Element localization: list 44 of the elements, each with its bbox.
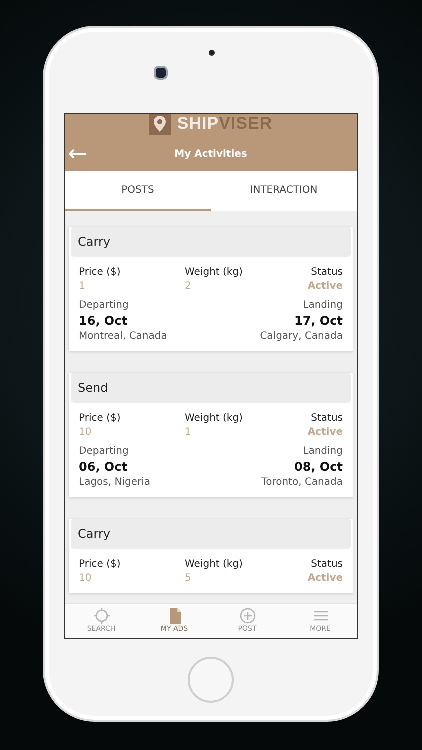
crosshair-icon	[92, 607, 110, 625]
back-arrow-icon	[69, 149, 87, 159]
route-label: Landing	[303, 300, 343, 311]
status-text: Active	[308, 573, 343, 584]
field-label: Status	[311, 559, 343, 570]
field-value: 2	[185, 281, 192, 292]
date-text: 08, Oct	[294, 460, 343, 474]
field-label: Price ($)	[79, 559, 122, 570]
field-value: 10	[79, 573, 93, 584]
field-label: Weight (kg)	[185, 267, 244, 278]
city-text: Calgary, Canada	[260, 331, 343, 342]
date-text: 17, Oct	[294, 314, 343, 328]
field-value: 10	[79, 427, 93, 438]
route-label: Departing	[79, 300, 130, 311]
city-text: Toronto, Canada	[262, 477, 343, 488]
date-text: 16, Oct	[79, 314, 128, 328]
field-value: 5	[185, 573, 192, 584]
route-label: Landing	[303, 446, 343, 457]
city-text: Lagos, Nigeria	[79, 477, 151, 488]
post-type: Carry	[78, 235, 110, 249]
city-text: Montreal, Canada	[79, 331, 168, 342]
field-label: Status	[311, 267, 343, 278]
camera	[154, 66, 168, 80]
post-card[interactable]: Send Price ($) 10 Weight (kg) 1 Status Active Departing 06, Oct Lagos, Nigeria Landing 08, Oct Toronto, Canada	[69, 373, 353, 497]
field-label: Status	[311, 413, 343, 424]
post-type: Send	[78, 381, 108, 395]
status-text: Active	[308, 281, 343, 292]
screen-title: My Activities	[174, 148, 248, 160]
field-value: 1	[185, 427, 192, 438]
field-label: Price ($)	[79, 413, 122, 424]
field-label: Weight (kg)	[185, 413, 244, 424]
field-label: Weight (kg)	[185, 559, 244, 570]
post-card[interactable]: Carry Price ($) 10 Weight (kg) 5 Status Active	[69, 519, 353, 593]
post-type: Carry	[78, 527, 110, 541]
speaker	[209, 50, 215, 56]
plus-circle-icon	[238, 607, 256, 625]
date-text: 06, Oct	[79, 460, 128, 474]
field-value: 1	[79, 281, 86, 292]
field-label: Price ($)	[79, 267, 122, 278]
status-text: Active	[308, 427, 343, 438]
post-card[interactable]: Carry Price ($) 1 Weight (kg) 2 Status Active Departing 16, Oct Montreal, Canada Landing 17, Oct Calgary, Canada	[69, 227, 353, 351]
home-button[interactable]	[188, 656, 234, 702]
pin-icon	[149, 114, 172, 134]
route-label: Departing	[79, 446, 130, 457]
